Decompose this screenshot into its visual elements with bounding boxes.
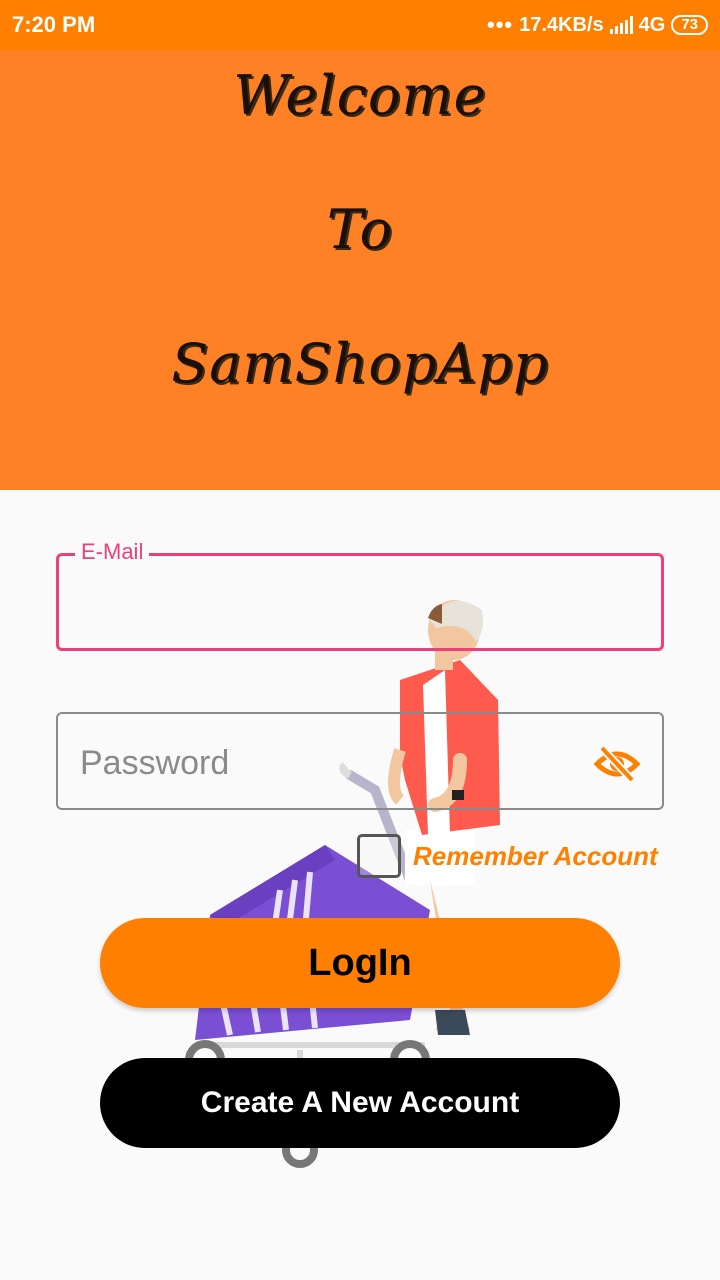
remember-checkbox[interactable] <box>357 834 401 878</box>
password-field[interactable]: Password <box>56 712 664 810</box>
eye-off-icon[interactable] <box>594 744 640 784</box>
welcome-text: Welcome <box>233 64 487 127</box>
status-bar: 7:20 PM ••• 17.4KB/s 4G 73 <box>0 0 720 50</box>
password-placeholder: Password <box>80 744 230 782</box>
create-account-button[interactable]: Create A New Account <box>100 1058 620 1148</box>
status-right: ••• 17.4KB/s 4G 73 <box>487 12 708 38</box>
battery-icon: 73 <box>671 15 708 35</box>
signal-icon <box>609 16 633 34</box>
remember-account-row[interactable]: Remember Account <box>357 834 658 878</box>
login-button[interactable]: LogIn <box>100 918 620 1008</box>
to-text: To <box>326 198 394 261</box>
remember-label[interactable]: Remember Account <box>413 841 658 872</box>
email-field[interactable]: E-Mail <box>56 539 664 651</box>
status-time: 7:20 PM <box>12 12 96 37</box>
email-label: E-Mail <box>75 539 150 565</box>
more-dots-icon: ••• <box>487 12 514 37</box>
app-name-text: SamShopApp <box>171 332 549 395</box>
battery-level: 73 <box>681 16 698 33</box>
network-speed: 17.4KB/s <box>519 13 604 36</box>
welcome-banner: Welcome To SamShopApp <box>0 50 720 490</box>
network-type: 4G <box>638 13 666 36</box>
